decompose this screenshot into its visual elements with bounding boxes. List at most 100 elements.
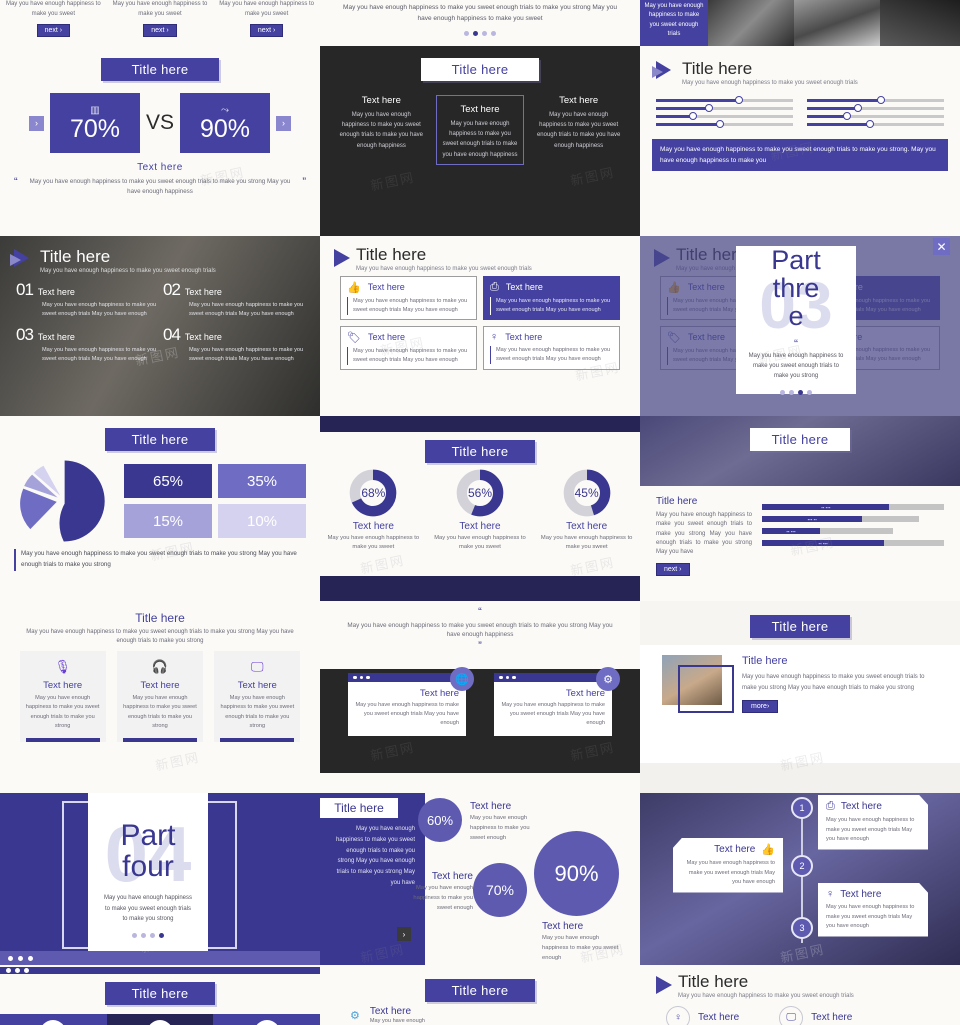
slide-thumb-media-text[interactable]: Title here Title here May you have enoug… <box>640 601 960 793</box>
vs-right-panel[interactable]: ⤳ 90% <box>180 93 270 153</box>
next-arrow-button[interactable]: › <box>276 115 291 131</box>
next-arrow-button[interactable]: › <box>397 927 411 941</box>
slider-track[interactable] <box>807 119 944 128</box>
dot[interactable] <box>780 389 785 395</box>
slide-thumb-browser-windows[interactable]: “ May you have enough happiness to make … <box>320 601 640 793</box>
slide-title: Title here <box>682 59 753 78</box>
slider-track[interactable] <box>807 111 944 120</box>
slider-row[interactable] <box>807 103 944 112</box>
dot[interactable] <box>464 31 469 37</box>
slider-row[interactable] <box>807 111 944 120</box>
slide-thumb-pie-chart[interactable]: Title here 65% 35% 15% 10% May you have … <box>0 416 320 601</box>
next-card[interactable]: May you have enough happiness to make yo… <box>112 0 207 38</box>
feature-card[interactable]: 🏷 Text here May you have enough happiness… <box>340 325 477 370</box>
timeline-node-2[interactable]: 2 <box>791 855 813 877</box>
prev-arrow-button[interactable]: › <box>28 115 44 131</box>
dot[interactable] <box>789 389 794 395</box>
numbered-item[interactable]: 03 Text here May you have enough happines… <box>16 325 157 364</box>
dot[interactable] <box>807 389 812 395</box>
timeline-node-1[interactable]: 1 <box>791 797 813 819</box>
dot-active[interactable] <box>159 933 164 939</box>
column-card[interactable]: Text here May you have enough happiness … <box>535 95 623 165</box>
dot-active[interactable] <box>798 389 803 395</box>
part-four-card[interactable]: 04 Part four May you have enough happine… <box>88 793 208 965</box>
next-button[interactable]: next › <box>249 24 284 38</box>
donut-item[interactable]: 56% Text here May you have enough happin… <box>432 469 527 553</box>
slide-thumb-four-feature-cards[interactable]: Title here May you have enough happiness… <box>320 236 640 416</box>
slider-row[interactable] <box>807 119 944 128</box>
thumbs-up-icon: 👍 <box>347 281 361 294</box>
next-card[interactable]: May you have enough happiness to make yo… <box>6 0 101 38</box>
numbered-item[interactable]: 01 Text here May you have enough happines… <box>16 280 157 319</box>
icon-card[interactable]: 🎧 Text here May you have enough happines… <box>116 650 203 742</box>
pagination-dots[interactable] <box>320 31 640 37</box>
slide-title: Title here <box>678 972 749 991</box>
slide-thumb-vs-comparison[interactable]: Title here › ▥ 70% VS ⤳ 90% › Text here … <box>0 46 320 236</box>
feature-card-selected[interactable]: ⎙ Text here May you have enough happiness… <box>483 275 620 320</box>
slider-track[interactable] <box>656 111 793 120</box>
slider-track[interactable] <box>807 103 944 112</box>
slider-row[interactable] <box>807 95 944 104</box>
slide-thumb-bottom-left[interactable]: Title here <box>0 965 320 1025</box>
icon-card[interactable]: 🎙 Text here May you have enough happines… <box>19 650 106 742</box>
column-card[interactable]: Text here May you have enough happiness … <box>337 95 425 165</box>
slide-thumb-part-four[interactable]: 04 Part four May you have enough happine… <box>0 793 320 965</box>
part-line-1: Part <box>771 244 821 275</box>
numbered-item[interactable]: 02 Text here May you have enough happines… <box>163 280 304 319</box>
footer-note: May you have enough happiness to make yo… <box>652 138 948 171</box>
slider-track[interactable] <box>656 95 793 104</box>
timeline-node-3[interactable]: 3 <box>791 917 813 939</box>
donut-item[interactable]: 68% Text here May you have enough happin… <box>326 469 421 553</box>
slide-thumb-timeline[interactable]: 1 2 3 ⎙ Text here May you have enough hap… <box>640 793 960 965</box>
timeline-card[interactable]: ♀ Text here May you have enough happiness… <box>818 883 928 937</box>
timeline-card[interactable]: ⎙ Text here May you have enough happiness… <box>818 795 928 850</box>
slide-thumb-numbered-list[interactable]: Title here May you have enough happiness… <box>0 236 320 416</box>
dot[interactable] <box>150 933 155 939</box>
next-button[interactable]: next › <box>656 563 690 577</box>
donut-item[interactable]: 45% Text here May you have enough happin… <box>539 469 634 553</box>
donut-value: 45% <box>574 486 599 500</box>
next-card[interactable]: May you have enough happiness to make yo… <box>219 0 314 38</box>
more-button[interactable]: more› <box>742 699 779 713</box>
next-button[interactable]: next › <box>143 24 177 38</box>
slide-thumb-donut-charts[interactable]: Title here 68% Text here May you have en… <box>320 416 640 601</box>
slider-row[interactable] <box>656 95 793 104</box>
slide-thumb-next-cards[interactable]: May you have enough happiness to make yo… <box>0 0 320 46</box>
pagination-dots[interactable] <box>780 389 812 395</box>
feature-card[interactable]: 👍 Text here May you have enough happiness… <box>340 275 477 320</box>
slide-thumb-bottom-mid[interactable]: Title here ⚙ Text here May you have enou… <box>320 965 640 1025</box>
feature-card[interactable]: ♀ Text here May you have enough happiness… <box>483 325 620 370</box>
vs-left-panel[interactable]: ▥ 70% <box>49 93 140 153</box>
close-icon[interactable]: ✕ <box>933 238 950 255</box>
next-button[interactable]: next › <box>36 24 71 38</box>
dot[interactable] <box>132 933 137 939</box>
timeline-card[interactable]: Text here 👍 May you have enough happiness… <box>673 838 783 893</box>
slider-row[interactable] <box>656 119 793 128</box>
browser-window-card[interactable]: Text here May you have enough happiness … <box>348 667 474 736</box>
slide-thumb-sliders[interactable]: Title here May you have enough happiness… <box>640 46 960 236</box>
icon-card[interactable]: 🖵 Text here May you have enough happines… <box>214 650 301 742</box>
slide-thumb-icon-cards[interactable]: Title here May you have enough happiness… <box>0 601 320 793</box>
slide-thumb-part-three-modal[interactable]: Title here May you have enough happiness… <box>640 236 960 416</box>
column-card-selected[interactable]: Text here May you have enough happiness … <box>435 95 524 165</box>
browser-window-card[interactable]: Text here May you have enough happiness … <box>494 667 620 736</box>
slide-thumb-bubble-chart[interactable]: Title here May you have enough happiness… <box>320 793 640 965</box>
item-number: 04 <box>163 324 181 344</box>
slide-thumb-progress-bars[interactable]: Title here Title here May you have enoug… <box>640 416 960 601</box>
slider-track[interactable] <box>656 103 793 112</box>
dot[interactable] <box>491 31 496 37</box>
dot[interactable] <box>141 933 146 939</box>
pagination-dots[interactable] <box>132 933 164 939</box>
numbered-item[interactable]: 04 Text here May you have enough happines… <box>163 325 304 364</box>
dot-active[interactable] <box>473 31 478 37</box>
slider-row[interactable] <box>656 103 793 112</box>
slide-thumb-photo-strip[interactable]: May you have enough happiness to make yo… <box>640 0 960 46</box>
slide-thumb-bottom-right[interactable]: Title here May you have enough happiness… <box>640 965 960 1025</box>
part-three-modal[interactable]: 03 Part thre e “ May you have enough hap… <box>736 244 856 395</box>
slider-row[interactable] <box>656 111 793 120</box>
slider-track[interactable] <box>807 95 944 104</box>
slider-track[interactable] <box>656 119 793 128</box>
dot[interactable] <box>482 31 487 37</box>
slide-thumb-dark-columns[interactable]: Title here Text here May you have enough… <box>320 46 640 236</box>
slide-thumb-intro[interactable]: May you have enough happiness to make yo… <box>320 0 640 46</box>
